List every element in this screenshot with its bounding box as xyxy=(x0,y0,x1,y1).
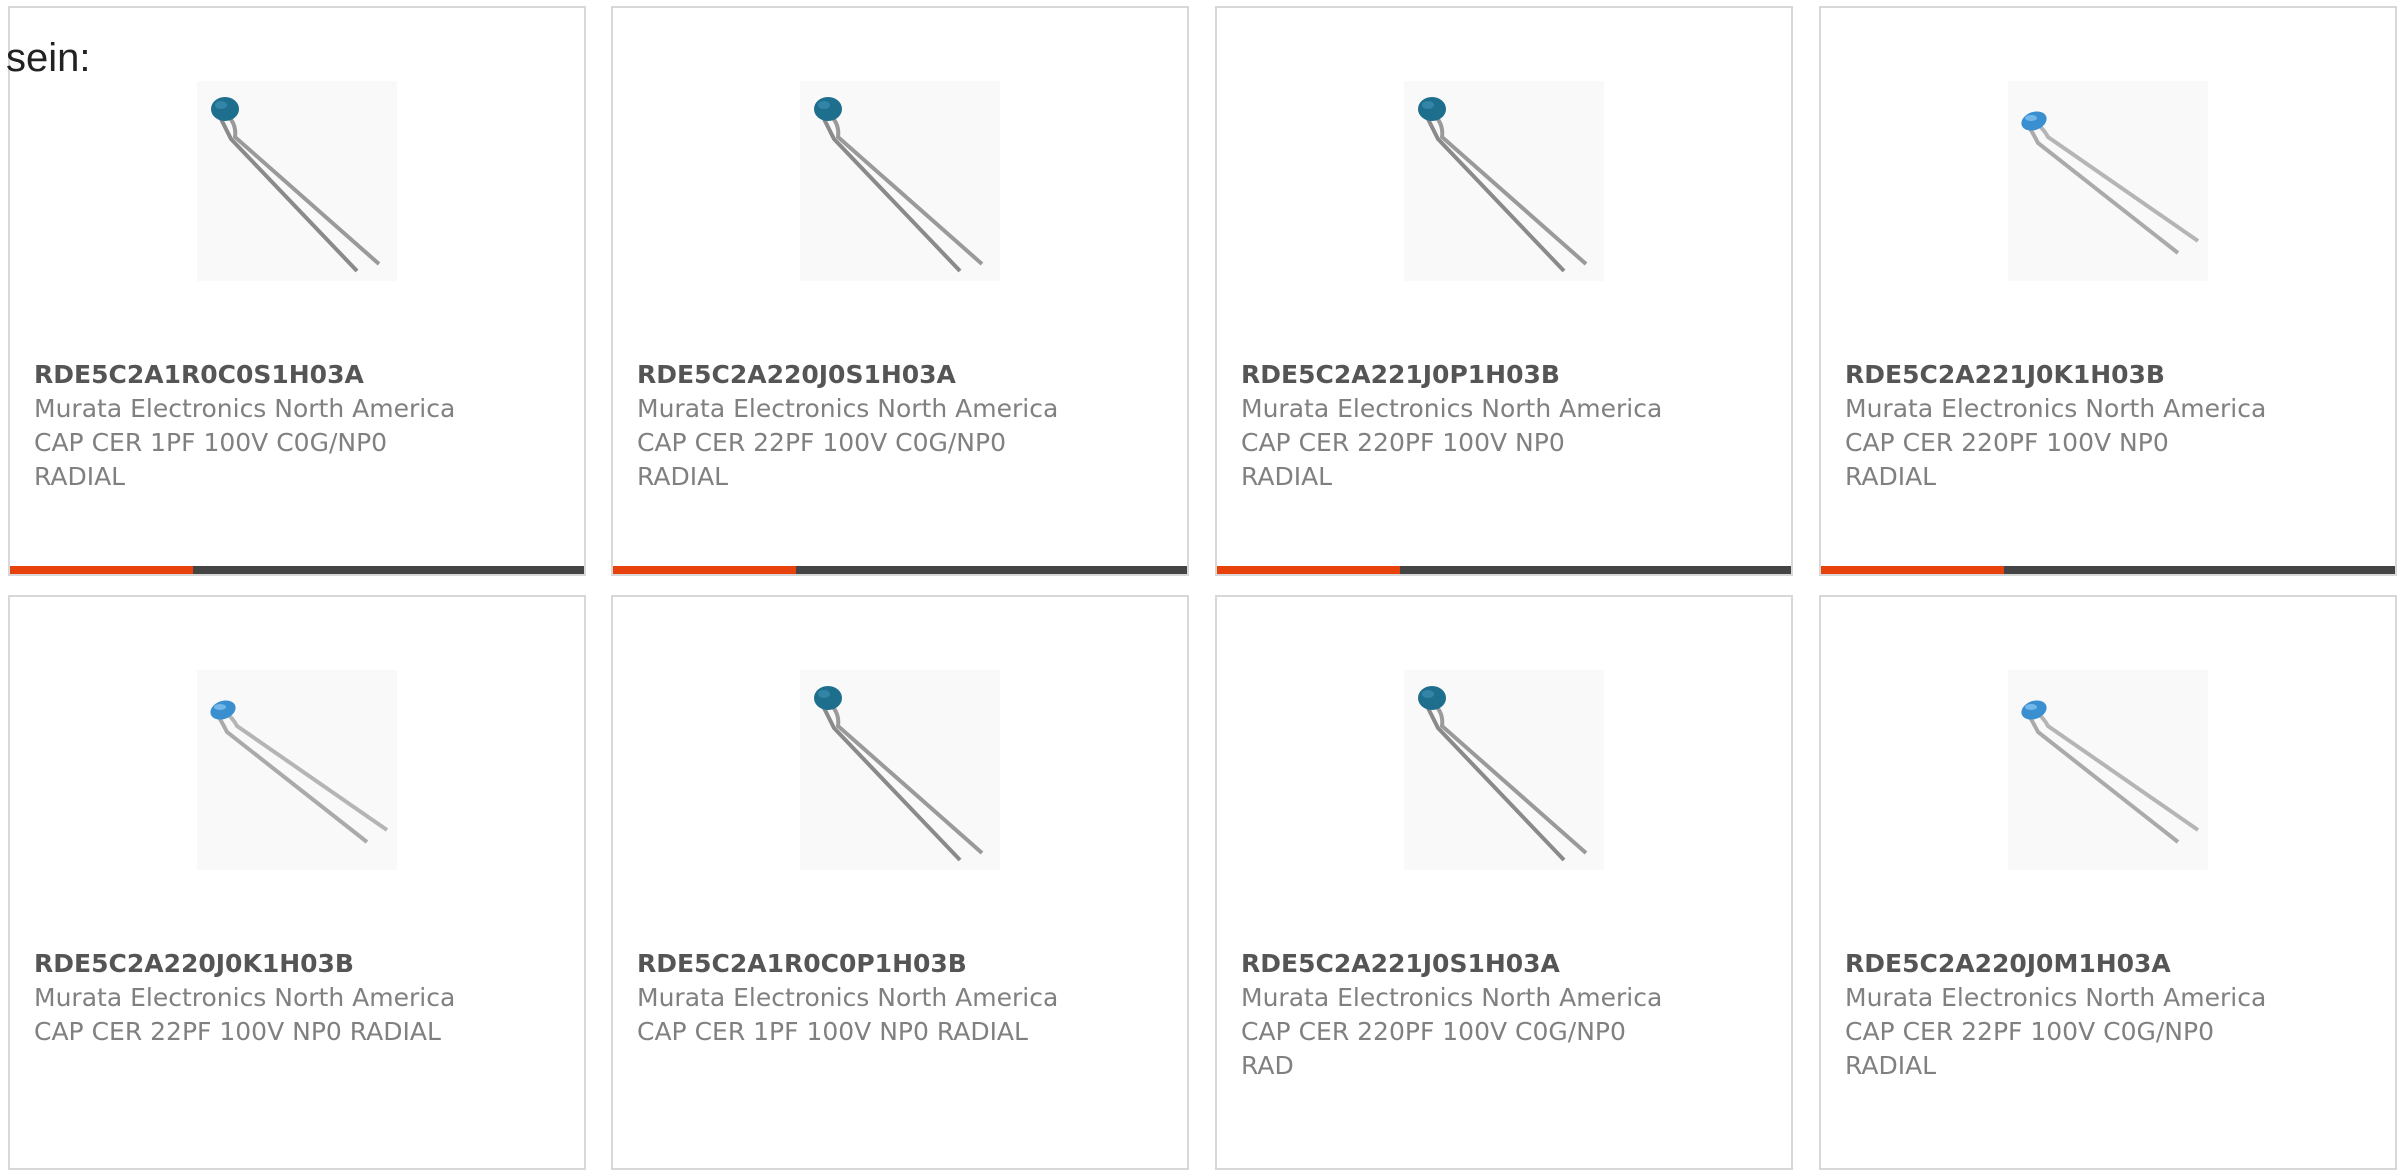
manufacturer: Murata Electronics North America xyxy=(637,983,1059,1012)
capacitor-dark-icon[interactable] xyxy=(800,81,1000,281)
part-number[interactable]: RDE5C2A221J0P1H03B xyxy=(1241,358,1711,392)
capacitor-light-icon[interactable] xyxy=(2008,81,2208,281)
intro-text: sein: xyxy=(6,36,91,80)
part-number[interactable]: RDE5C2A1R0C0S1H03A xyxy=(34,358,504,392)
description-line: CAP CER 22PF 100V C0G/NP0 xyxy=(1845,1017,2214,1046)
capacitor-dark-icon[interactable] xyxy=(197,81,397,281)
manufacturer: Murata Electronics North America xyxy=(34,983,456,1012)
product-info: RDE5C2A221J0K1H03B Murata Electronics No… xyxy=(1845,358,2315,494)
part-number[interactable]: RDE5C2A221J0S1H03A xyxy=(1241,947,1711,981)
part-number[interactable]: RDE5C2A1R0C0P1H03B xyxy=(637,947,1107,981)
product-info: RDE5C2A221J0S1H03A Murata Electronics No… xyxy=(1241,947,1711,1083)
product-info: RDE5C2A1R0C0S1H03A Murata Electronics No… xyxy=(34,358,504,494)
capacitor-dark-icon[interactable] xyxy=(1404,670,1604,870)
product-info: RDE5C2A220J0S1H03A Murata Electronics No… xyxy=(637,358,1107,494)
capacitor-image xyxy=(211,97,381,273)
manufacturer: Murata Electronics North America xyxy=(34,394,456,423)
product-card[interactable]: RDE5C2A221J0K1H03B Murata Electronics No… xyxy=(1819,6,2397,576)
description-line: RADIAL xyxy=(1845,462,1937,491)
part-number[interactable]: RDE5C2A220J0M1H03A xyxy=(1845,947,2315,981)
capacitor-dark-icon[interactable] xyxy=(800,670,1000,870)
product-info: RDE5C2A220J0M1H03A Murata Electronics No… xyxy=(1845,947,2315,1083)
description-line: CAP CER 22PF 100V C0G/NP0 xyxy=(637,428,1006,457)
description-line: CAP CER 1PF 100V NP0 RADIAL xyxy=(637,1017,1028,1046)
accent-bar xyxy=(1217,566,1791,574)
capacitor-image xyxy=(210,700,389,844)
description-line: RADIAL xyxy=(637,462,729,491)
accent-bar xyxy=(613,566,1187,574)
accent-bar-fill xyxy=(1821,566,2004,574)
accent-bar-fill xyxy=(613,566,796,574)
description-line: CAP CER 1PF 100V C0G/NP0 xyxy=(34,428,388,457)
product-card[interactable]: RDE5C2A221J0S1H03A Murata Electronics No… xyxy=(1215,595,1793,1170)
part-number[interactable]: RDE5C2A221J0K1H03B xyxy=(1845,358,2315,392)
description-line: CAP CER 22PF 100V NP0 RADIAL xyxy=(34,1017,441,1046)
product-info: RDE5C2A221J0P1H03B Murata Electronics No… xyxy=(1241,358,1711,494)
description-line: RAD xyxy=(1241,1051,1294,1080)
capacitor-dark-icon[interactable] xyxy=(1404,81,1604,281)
description-line: RADIAL xyxy=(1241,462,1333,491)
accent-bar xyxy=(1821,566,2395,574)
manufacturer: Murata Electronics North America xyxy=(1845,983,2267,1012)
capacitor-image xyxy=(814,686,984,862)
capacitor-image xyxy=(2021,111,2200,255)
description-line: RADIAL xyxy=(1845,1051,1937,1080)
description-line: CAP CER 220PF 100V NP0 xyxy=(1845,428,2169,457)
product-card[interactable]: RDE5C2A221J0P1H03B Murata Electronics No… xyxy=(1215,6,1793,576)
product-card[interactable]: RDE5C2A1R0C0P1H03B Murata Electronics No… xyxy=(611,595,1189,1170)
product-info: RDE5C2A220J0K1H03B Murata Electronics No… xyxy=(34,947,504,1049)
accent-bar xyxy=(10,566,584,574)
description-line: CAP CER 220PF 100V C0G/NP0 xyxy=(1241,1017,1626,1046)
description-line: CAP CER 220PF 100V NP0 xyxy=(1241,428,1565,457)
capacitor-light-icon[interactable] xyxy=(2008,670,2208,870)
capacitor-image xyxy=(1418,97,1588,273)
product-card[interactable]: RDE5C2A220J0S1H03A Murata Electronics No… xyxy=(611,6,1189,576)
product-card[interactable]: RDE5C2A220J0K1H03B Murata Electronics No… xyxy=(8,595,586,1170)
product-info: RDE5C2A1R0C0P1H03B Murata Electronics No… xyxy=(637,947,1107,1049)
accent-bar-fill xyxy=(10,566,193,574)
capacitor-image xyxy=(2021,700,2200,844)
capacitor-image xyxy=(814,97,984,273)
description-line: RADIAL xyxy=(34,462,126,491)
accent-bar-fill xyxy=(1217,566,1400,574)
manufacturer: Murata Electronics North America xyxy=(1845,394,2267,423)
part-number[interactable]: RDE5C2A220J0K1H03B xyxy=(34,947,504,981)
capacitor-image xyxy=(1418,686,1588,862)
product-grid: RDE5C2A1R0C0S1H03A Murata Electronics No… xyxy=(0,0,2400,1170)
part-number[interactable]: RDE5C2A220J0S1H03A xyxy=(637,358,1107,392)
capacitor-light-icon[interactable] xyxy=(197,670,397,870)
product-card[interactable]: RDE5C2A220J0M1H03A Murata Electronics No… xyxy=(1819,595,2397,1170)
manufacturer: Murata Electronics North America xyxy=(637,394,1059,423)
manufacturer: Murata Electronics North America xyxy=(1241,983,1663,1012)
product-card[interactable]: RDE5C2A1R0C0S1H03A Murata Electronics No… xyxy=(8,6,586,576)
manufacturer: Murata Electronics North America xyxy=(1241,394,1663,423)
